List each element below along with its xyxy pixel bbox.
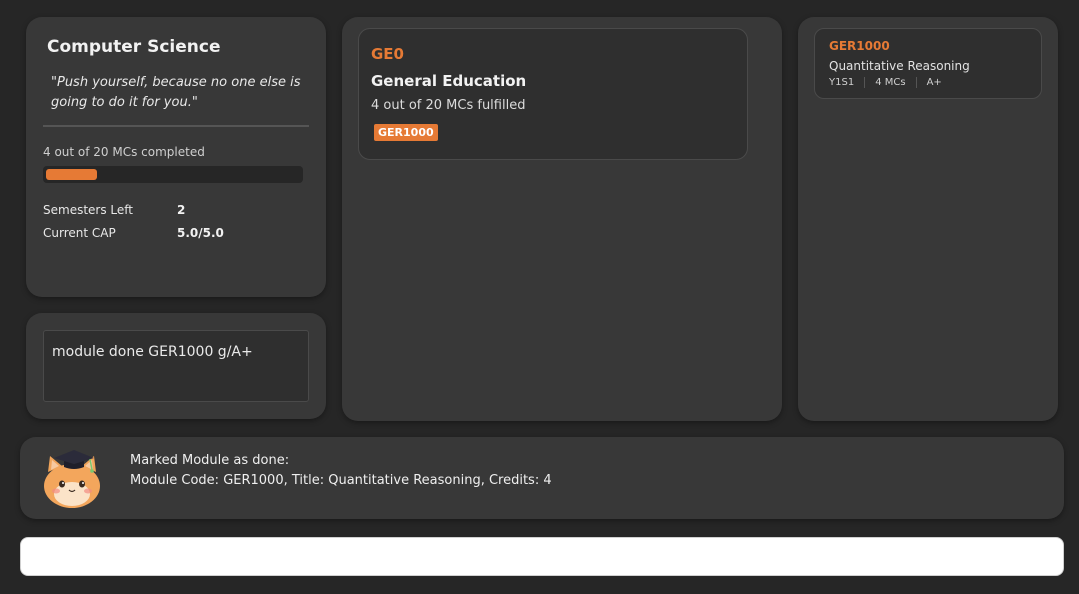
graduate-cat-icon: [44, 450, 100, 508]
result-message-line1: Marked Module as done:: [130, 453, 290, 468]
module-title: Quantitative Reasoning: [829, 59, 970, 73]
divider: [43, 125, 309, 127]
requirement-summary: 4 out of 20 MCs fulfilled: [371, 98, 526, 113]
semesters-left-label: Semesters Left: [43, 203, 133, 217]
progress-bar: [43, 166, 303, 183]
module-card[interactable]: GER1000 Quantitative Reasoning Y1S1 4 MC…: [814, 28, 1042, 99]
motivational-quote: "Push yourself, because no one else is g…: [51, 75, 301, 110]
requirements-panel[interactable]: GE0 General Education 4 out of 20 MCs fu…: [342, 17, 782, 421]
progress-bar-fill: [46, 169, 97, 180]
course-title: Computer Science: [47, 37, 221, 57]
module-grade: A+: [915, 77, 952, 88]
command-echo-panel: module done GER1000 g/A+: [26, 313, 326, 419]
module-chip: GER1000: [374, 124, 438, 141]
current-cap-value: 5.0/5.0: [177, 226, 224, 240]
current-cap-label: Current CAP: [43, 226, 116, 240]
command-echo-text: module done GER1000 g/A+: [43, 330, 309, 402]
profile-panel: Computer Science "Push yourself, because…: [26, 17, 326, 297]
module-semester: Y1S1: [829, 77, 855, 88]
module-code: GER1000: [829, 39, 890, 53]
semesters-left-value: 2: [177, 203, 186, 217]
requirement-code: GE0: [371, 45, 404, 63]
module-list-panel[interactable]: GER1000 Quantitative Reasoning Y1S1 4 MC…: [798, 17, 1058, 421]
result-panel: Marked Module as done: Module Code: GER1…: [20, 437, 1064, 519]
progress-label: 4 out of 20 MCs completed: [43, 145, 205, 159]
result-message-line2: Module Code: GER1000, Title: Quantitativ…: [130, 473, 552, 488]
module-credits: 4 MCs: [864, 77, 915, 88]
command-input[interactable]: [20, 537, 1064, 576]
requirement-card[interactable]: GE0 General Education 4 out of 20 MCs fu…: [358, 28, 748, 160]
requirement-name: General Education: [371, 72, 527, 90]
module-meta: Y1S1 4 MCs A+: [829, 77, 952, 88]
